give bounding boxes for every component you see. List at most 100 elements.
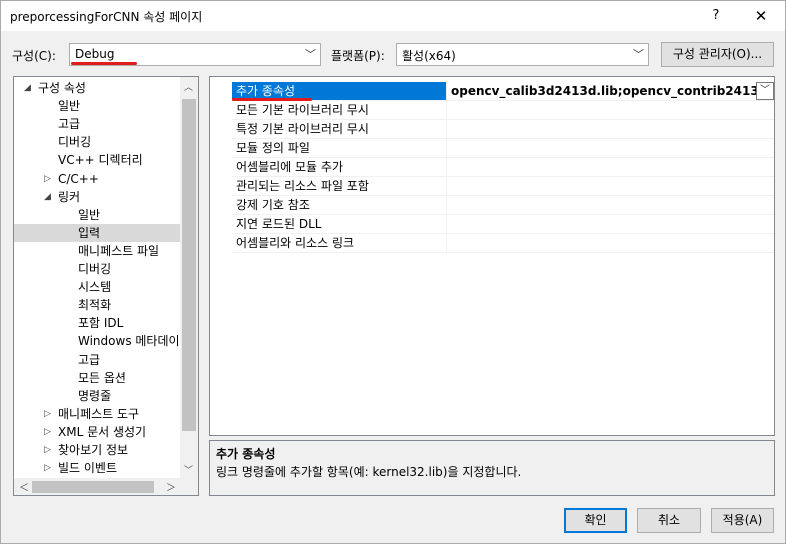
tree-item[interactable]: 디버깅 [14, 133, 180, 151]
help-icon[interactable]: ? [701, 4, 731, 28]
property-row[interactable]: 관리되는 리소스 파일 포함 [210, 177, 774, 196]
tree-item[interactable]: ▷ C/C++ [14, 170, 180, 188]
property-tree[interactable]: ◢ 구성 속성 일반 고급 디버깅 VC++ 디렉터리 ▷ C/C++ ◢ 링커 일반 입력 매니페스트… [13, 76, 199, 496]
tree-item[interactable]: 디버깅 [14, 260, 180, 278]
platform-select[interactable]: 활성(x64) ﹀ [396, 43, 649, 66]
property-value[interactable] [446, 158, 774, 177]
tree-item[interactable]: 고급 [14, 351, 180, 369]
property-name: 모듈 정의 파일 [232, 139, 446, 158]
apply-button[interactable]: 적용(A) [711, 508, 774, 533]
tree-item-label: 찾아보기 정보 [58, 443, 129, 457]
tree-item-label: C/C++ [58, 171, 99, 186]
tree-item[interactable]: ▷ 찾아보기 정보 [14, 441, 180, 459]
property-name: 어셈블리에 모듈 추가 [232, 158, 446, 177]
expanded-arrow-icon[interactable]: ◢ [24, 79, 31, 97]
tree-item[interactable]: ▷ XML 문서 생성기 [14, 423, 180, 441]
property-grid[interactable]: 추가 종속성 opencv_calib3d2413d.lib;opencv_con… [209, 76, 775, 436]
tree-item-label: 포함 IDL [78, 316, 124, 331]
property-value[interactable] [446, 120, 774, 139]
collapsed-arrow-icon[interactable]: ▷ [44, 170, 51, 188]
tree-item[interactable]: ▷ 빌드 이벤트 [14, 459, 180, 477]
red-annotation-underline [71, 62, 137, 65]
tree-item-label: 모든 옵션 [78, 370, 126, 385]
scroll-left-icon[interactable]: ＜ [19, 479, 29, 494]
scroll-down-icon[interactable]: ﹀ [184, 463, 193, 476]
description-text: 링크 명령줄에 추가할 항목(예: kernel32.lib)을 지정합니다. [216, 465, 522, 479]
description-panel: 추가 종속성 링크 명령줄에 추가할 항목(예: kernel32.lib)을 … [209, 440, 775, 496]
tree-item[interactable]: ◢ 링커 [14, 188, 180, 206]
expanded-arrow-icon[interactable]: ◢ [44, 188, 51, 206]
property-row[interactable]: 강제 기호 참조 [210, 196, 774, 215]
property-row[interactable]: 어셈블리와 리소스 링크 [210, 234, 774, 253]
title-bar: preporcessingForCNN 속성 페이지 ? ✕ [1, 1, 785, 31]
tree-item-label: 입력 [78, 225, 101, 240]
tree-item[interactable]: Windows 메타데이터 [14, 332, 191, 350]
property-name: 특정 기본 라이브러리 무시 [232, 120, 446, 139]
chevron-down-icon: ﹀ [633, 48, 644, 61]
property-row[interactable]: 지연 로드된 DLL [210, 215, 774, 234]
tree-item-label: 최적화 [78, 298, 112, 313]
tree-item[interactable]: ▷ 매니페스트 도구 [14, 405, 180, 423]
tree-item[interactable]: 모든 옵션 [14, 369, 180, 387]
ok-button[interactable]: 확인 [564, 508, 627, 533]
platform-label: 플랫폼(P): [331, 49, 385, 63]
property-row[interactable]: 어셈블리에 모듈 추가 [210, 158, 774, 177]
property-value[interactable] [446, 101, 774, 120]
tree-item-label: 시스템 [78, 280, 112, 295]
tree-item-label: 디버깅 [58, 135, 92, 150]
collapsed-arrow-icon[interactable]: ▷ [44, 423, 51, 441]
tree-item[interactable]: VC++ 디렉터리 [14, 151, 180, 169]
tree-horizontal-scrollbar[interactable]: ＜ ＞ [14, 478, 180, 495]
tree-item-label: 구성 속성 [38, 81, 86, 95]
scroll-corner [180, 478, 198, 495]
cancel-button[interactable]: 취소 [637, 508, 701, 533]
property-name: 지연 로드된 DLL [232, 215, 446, 234]
chevron-down-icon[interactable]: ﹀ [756, 82, 774, 100]
property-value[interactable] [446, 196, 774, 215]
tree-item[interactable]: ◢ 구성 속성 [14, 79, 180, 97]
property-row[interactable]: 특정 기본 라이브러리 무시 [210, 120, 774, 139]
tree-item[interactable]: 일반 [14, 97, 180, 115]
tree-item[interactable]: 포함 IDL [14, 314, 180, 332]
property-value[interactable] [446, 177, 774, 196]
property-row[interactable]: 모듈 정의 파일 [210, 139, 774, 158]
tree-item-label: 매니페스트 파일 [78, 243, 160, 258]
tree-item-label: 빌드 이벤트 [58, 461, 118, 476]
property-value[interactable] [446, 139, 774, 158]
collapsed-arrow-icon[interactable]: ▷ [44, 405, 51, 423]
property-value[interactable] [446, 215, 774, 234]
red-annotation-underline [232, 98, 312, 101]
collapsed-arrow-icon[interactable]: ▷ [44, 459, 51, 477]
collapsed-arrow-icon[interactable]: ▷ [44, 441, 51, 459]
tree-item-label: 디버깅 [78, 262, 112, 276]
tree-item-label: VC++ 디렉터리 [58, 153, 143, 168]
tree-item-label: 매니페스트 도구 [58, 406, 140, 421]
scroll-right-icon[interactable]: ＞ [166, 479, 176, 494]
config-value: Debug [75, 47, 115, 61]
tree-item-label: 명령줄 [78, 388, 112, 403]
tree-item[interactable]: 매니페스트 파일 [14, 242, 180, 260]
scroll-up-icon[interactable]: ︿ [184, 80, 193, 93]
window-title: preporcessingForCNN 속성 페이지 [10, 10, 203, 24]
description-title: 추가 종속성 [216, 447, 276, 461]
tree-item-label: 일반 [58, 99, 81, 114]
property-name: 강제 기호 참조 [232, 196, 446, 215]
tree-item[interactable]: 고급 [14, 115, 180, 133]
property-value[interactable]: opencv_calib3d2413d.lib;opencv_contrib24… [446, 82, 774, 101]
property-row[interactable]: 모든 기본 라이브러리 무시 [210, 101, 774, 120]
tree-item[interactable]: 일반 [14, 206, 180, 224]
property-value[interactable] [446, 234, 774, 253]
scroll-thumb[interactable] [182, 99, 196, 431]
close-icon[interactable]: ✕ [746, 4, 776, 28]
config-manager-button[interactable]: 구성 관리자(O)... [661, 42, 774, 67]
tree-item[interactable]: 시스템 [14, 278, 180, 296]
tree-vertical-scrollbar[interactable]: ︿ ﹀ [180, 77, 198, 478]
property-name: 모든 기본 라이브러리 무시 [232, 101, 446, 120]
config-label: 구성(C): [12, 49, 56, 63]
platform-value: 활성(x64) [402, 49, 456, 63]
tree-item[interactable]: 명령줄 [14, 387, 180, 405]
tree-item[interactable]: 최적화 [14, 296, 180, 314]
tree-item[interactable]: 입력 [14, 223, 180, 242]
tree-item-label: Windows 메타데이터 [78, 334, 191, 349]
scroll-thumb[interactable] [32, 481, 154, 493]
